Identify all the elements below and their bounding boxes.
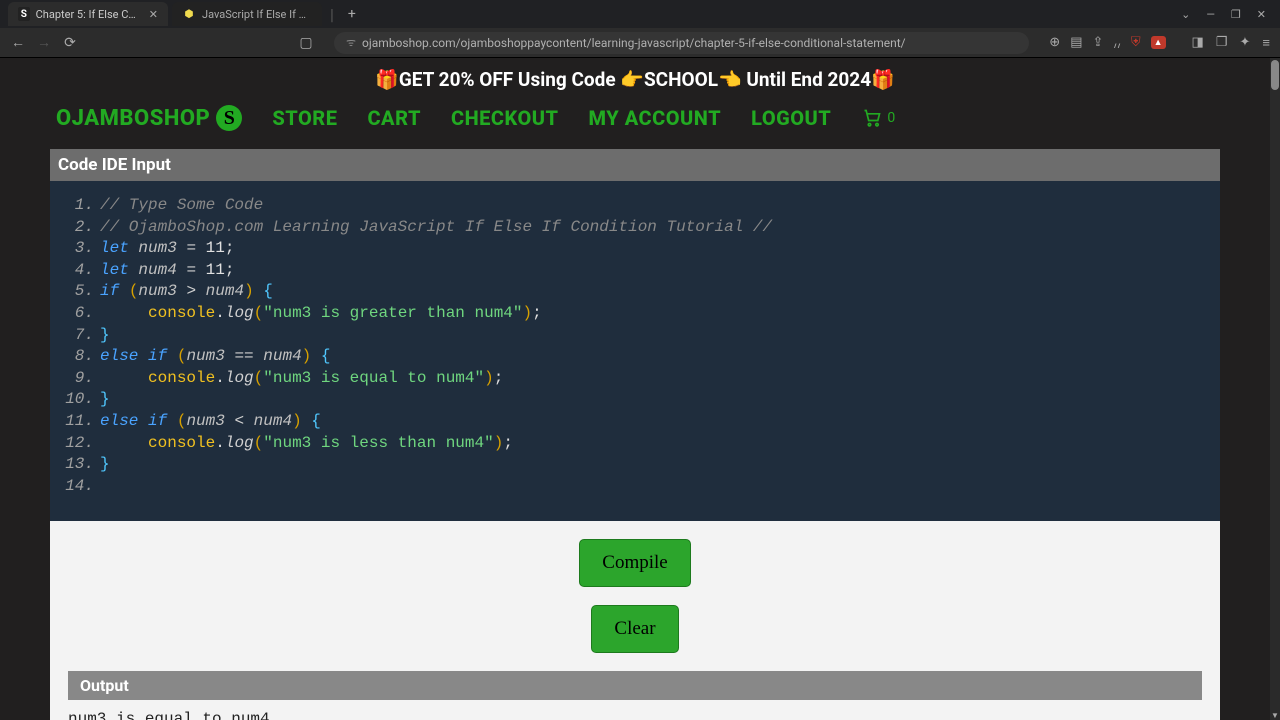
tab-close-icon[interactable]: ✕ <box>149 8 158 21</box>
output-header: Output <box>68 671 1202 700</box>
forward-button[interactable]: → <box>36 34 52 51</box>
code-line: 14. <box>62 476 1208 498</box>
reload-button[interactable]: ⟳ <box>62 35 78 51</box>
nav-cart[interactable]: CART <box>367 106 421 130</box>
code-line: 2.// OjamboShop.com Learning JavaScript … <box>62 217 1208 239</box>
zoom-icon[interactable]: ⊕ <box>1049 35 1060 50</box>
panel-icon[interactable]: ◨ <box>1192 35 1204 51</box>
code-line: 5.if (num3 > num4) { <box>62 281 1208 303</box>
code-line: 7.} <box>62 325 1208 347</box>
code-line: 9. console.log("num3 is equal to num4"); <box>62 368 1208 390</box>
url-bar[interactable]: ᯤ ojamboshop.com/ojamboshoppaycontent/le… <box>334 32 1029 54</box>
scroll-down-icon[interactable]: ▼ <box>1270 711 1280 720</box>
maximize-icon[interactable]: ❐ <box>1231 8 1241 21</box>
promo-banner: 🎁GET 20% OFF Using Code 👉SCHOOL👈 Until E… <box>0 58 1270 97</box>
logo-s-icon: S <box>216 105 242 131</box>
code-line: 3.let num3 = 11; <box>62 238 1208 260</box>
code-input-header: Code IDE Input <box>50 149 1220 181</box>
url-text: ojamboshop.com/ojamboshoppaycontent/lear… <box>362 36 1017 50</box>
extension-badge-icon[interactable]: ▲ <box>1151 36 1166 49</box>
nav-checkout[interactable]: CHECKOUT <box>451 106 559 130</box>
vertical-scrollbar[interactable]: ▲ ▼ <box>1270 58 1280 720</box>
back-button[interactable]: ← <box>10 34 26 51</box>
code-line: 1.// Type Some Code <box>62 195 1208 217</box>
browser-tab-inactive[interactable]: ⬢ JavaScript If Else If Statement - <box>172 2 322 26</box>
browser-tab-active[interactable]: S Chapter 5: If Else Conditio ✕ <box>8 2 168 26</box>
tab-title: JavaScript If Else If Statement - <box>202 8 312 21</box>
site-nav: OJAMBOSHOP S STORE CART CHECKOUT MY ACCO… <box>0 97 1270 149</box>
dropdown-icon[interactable]: ⌄ <box>1181 8 1190 21</box>
code-line: 12. console.log("num3 is less than num4"… <box>62 433 1208 455</box>
scrollbar-thumb[interactable] <box>1271 60 1279 90</box>
bookmark-icon[interactable]: ▢ <box>298 35 314 51</box>
compile-button[interactable]: Compile <box>579 539 690 587</box>
menu-icon[interactable]: ≡ <box>1262 35 1270 51</box>
code-line: 10.} <box>62 389 1208 411</box>
window-controls: ⌄ — ❐ ✕ <box>1181 8 1272 21</box>
content-wrap: Code IDE Input 1.// Type Some Code 2.// … <box>0 149 1270 720</box>
site-info-icon[interactable]: ᯤ <box>346 35 356 50</box>
nav-store[interactable]: STORE <box>272 106 337 130</box>
share-icon[interactable]: ⇪ <box>1092 35 1103 50</box>
sparkle-icon[interactable]: ✦ <box>1240 35 1251 51</box>
favicon-s-icon: S <box>18 7 30 21</box>
code-line: 6. console.log("num3 is greater than num… <box>62 303 1208 325</box>
addr-bar-actions: ⊕ ▤ ⇪ ៸៸ ⛨ ▲ <box>1049 34 1165 52</box>
favicon-js-icon: ⬢ <box>182 7 196 21</box>
code-line: 8.else if (num3 == num4) { <box>62 346 1208 368</box>
minimize-icon[interactable]: — <box>1206 8 1215 21</box>
shield-icon[interactable]: ⛨ <box>1131 35 1141 50</box>
page-content: 🎁GET 20% OFF Using Code 👉SCHOOL👈 Until E… <box>0 58 1270 720</box>
new-tab-button[interactable]: + <box>348 6 356 22</box>
close-window-icon[interactable]: ✕ <box>1257 8 1266 21</box>
code-line: 4.let num4 = 11; <box>62 260 1208 282</box>
output-body: num3 is equal to num4 <box>50 700 1220 720</box>
code-line: 13.} <box>62 454 1208 476</box>
reader-icon[interactable]: ▤ <box>1070 35 1082 50</box>
cart-count: 0 <box>887 110 895 126</box>
addr-bar-right: ◨ ❐ ✦ ≡ <box>1192 35 1270 51</box>
button-area: Compile Clear Output num3 is equal to nu… <box>50 521 1220 720</box>
nav-my-account[interactable]: MY ACCOUNT <box>589 106 722 130</box>
cart-icon <box>861 108 883 128</box>
copy-icon[interactable]: ❐ <box>1216 35 1228 51</box>
clear-button[interactable]: Clear <box>591 605 678 653</box>
logo-text: OJAMBOSHOP <box>56 106 210 131</box>
nav-logout[interactable]: LOGOUT <box>751 106 831 130</box>
site-logo[interactable]: OJAMBOSHOP S <box>56 105 242 131</box>
tab-separator: | <box>330 5 334 24</box>
address-bar: ← → ⟳ ▢ ᯤ ojamboshop.com/ojamboshoppayco… <box>0 28 1280 58</box>
cart-widget[interactable]: 0 <box>861 108 895 128</box>
rss-icon[interactable]: ៸៸ <box>1113 34 1120 52</box>
code-editor[interactable]: 1.// Type Some Code 2.// OjamboShop.com … <box>50 181 1220 521</box>
code-line: 11.else if (num3 < num4) { <box>62 411 1208 433</box>
browser-tab-bar: S Chapter 5: If Else Conditio ✕ ⬢ JavaSc… <box>0 0 1280 28</box>
tab-title: Chapter 5: If Else Conditio <box>36 8 141 21</box>
